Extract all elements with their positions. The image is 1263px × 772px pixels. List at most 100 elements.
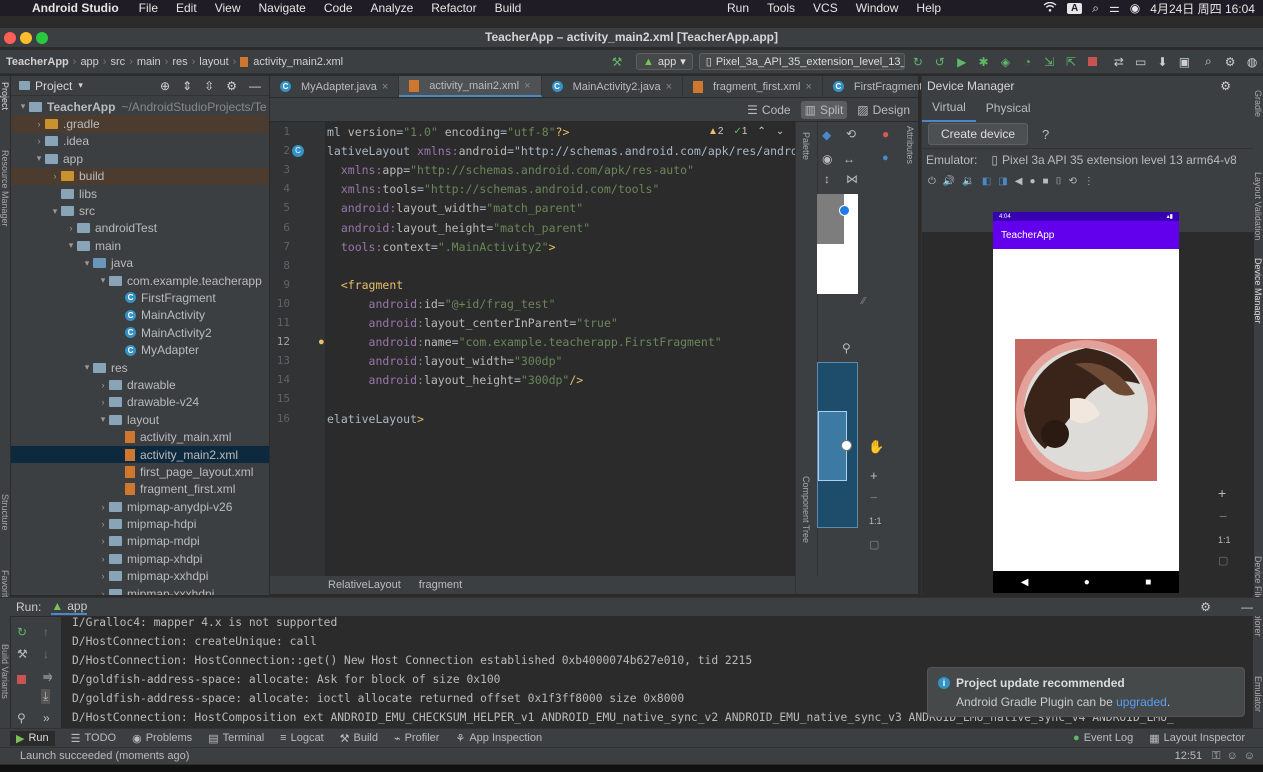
zoom-actual-size[interactable]: 1:1 xyxy=(1218,535,1231,545)
console-line[interactable]: D/goldfish-address-space: allocate: Ask … xyxy=(72,673,500,686)
more-icon[interactable]: » xyxy=(43,711,50,725)
attributes-tab[interactable]: Attributes xyxy=(905,126,915,164)
profile-icon[interactable]: ◔ xyxy=(1020,55,1034,69)
chevron-down-icon[interactable]: ▾ xyxy=(17,101,29,112)
breadcrumb-layout[interactable]: layout xyxy=(199,56,228,68)
scroll-to-end-icon[interactable]: ⤓ xyxy=(41,689,51,704)
tree-item[interactable]: ▾ src xyxy=(11,202,269,219)
menu-window[interactable]: Window xyxy=(856,1,899,15)
tree-item[interactable]: first_page_layout.xml xyxy=(11,463,269,480)
breadcrumb-file[interactable]: activity_main2.xml xyxy=(253,56,343,68)
tree-item[interactable]: C FirstFragment xyxy=(11,289,269,306)
chevron-right-icon[interactable]: › xyxy=(97,397,109,407)
chevron-down-icon[interactable]: ⌄ xyxy=(776,126,784,137)
menu-build[interactable]: Build xyxy=(495,1,522,15)
scroll-up-icon[interactable]: ↑ xyxy=(43,625,49,639)
menu-tools[interactable]: Tools xyxy=(767,1,795,15)
menu-run[interactable]: Run xyxy=(727,1,749,15)
collapse-all-icon[interactable]: ⇳ xyxy=(204,79,214,93)
design-view-button[interactable]: ▨ Design xyxy=(853,101,914,119)
gear-icon[interactable]: ⚙ xyxy=(1200,600,1211,614)
status-message[interactable]: Launch succeeded (moments ago) xyxy=(20,750,189,762)
phone-back-button[interactable]: ◀ xyxy=(1021,577,1029,588)
run-config-tab[interactable]: ▲ app xyxy=(51,599,88,615)
tree-item[interactable]: ▾ com.example.teacherapp xyxy=(11,272,269,289)
stripe-device-manager[interactable]: Device Manager xyxy=(1253,258,1263,324)
zoom-actual-size[interactable]: 1:1 xyxy=(869,516,882,526)
tree-item[interactable]: fragment_first.xml xyxy=(11,481,269,498)
chevron-right-icon[interactable]: › xyxy=(33,119,45,129)
device-select[interactable]: ▯ Pixel_3a_API_35_extension_level_13_a ▾ xyxy=(698,53,905,70)
emulator-icon[interactable]: ▣ xyxy=(1178,55,1192,69)
stripe-project[interactable]: Project xyxy=(0,82,10,110)
menu-vcs[interactable]: VCS xyxy=(813,1,838,15)
console-line[interactable]: I/Gralloc4: mapper 4.x is not supported xyxy=(72,617,337,629)
camera-icon[interactable]: ⌷ xyxy=(1056,176,1062,187)
chevron-right-icon[interactable]: › xyxy=(97,571,109,581)
stripe-emulator[interactable]: Emulator xyxy=(1253,676,1263,712)
breadcrumb-res[interactable]: res xyxy=(172,56,187,68)
soft-wrap-icon[interactable]: ⥤ xyxy=(43,669,53,684)
stripe-resource-manager[interactable]: Resource Manager xyxy=(0,150,10,227)
apply-changes-icon[interactable]: ↻ xyxy=(911,55,925,69)
scroll-down-icon[interactable]: ↓ xyxy=(43,647,49,661)
tree-item[interactable]: › mipmap-xxxhdpi xyxy=(11,585,269,595)
run-config-select[interactable]: ▲ app ▾ xyxy=(635,53,693,70)
chevron-right-icon[interactable]: › xyxy=(97,380,109,390)
chevron-down-icon[interactable]: ▾ xyxy=(33,153,45,164)
console-line[interactable]: D/HostConnection: HostConnection::get() … xyxy=(72,654,752,667)
siri-icon[interactable]: ◉ xyxy=(1130,1,1140,15)
chevron-right-icon[interactable]: › xyxy=(33,136,45,146)
coverage-icon[interactable]: ◈ xyxy=(999,55,1013,69)
tree-item[interactable]: activity_main.xml xyxy=(11,428,269,445)
caret-position[interactable]: 12:51 xyxy=(1175,750,1203,762)
feedback-icon[interactable]: ☺ xyxy=(1244,750,1255,762)
blueprint-preview[interactable] xyxy=(817,362,858,528)
design-preview[interactable] xyxy=(817,194,858,294)
vertical-arrows-icon[interactable]: ↕ xyxy=(824,172,830,186)
console-line[interactable]: D/HostConnection: createUnique: call xyxy=(72,635,317,648)
tool-run[interactable]: ▶ Run xyxy=(10,730,55,746)
tree-item[interactable]: › .gradle xyxy=(11,115,269,133)
error-icon[interactable]: ● xyxy=(882,127,889,141)
gear-icon[interactable]: ⚙ xyxy=(1223,55,1237,69)
code-line[interactable]: elativeLayout> xyxy=(327,412,424,426)
chevron-down-icon[interactable]: ▾ xyxy=(81,362,93,373)
attach-icon[interactable]: ⇱ xyxy=(1064,55,1078,69)
breadcrumb-src[interactable]: src xyxy=(110,56,125,68)
stripe-layout-validation[interactable]: Layout Validation xyxy=(1253,172,1263,240)
search-icon[interactable]: ⌕ xyxy=(1201,54,1215,69)
wifi-icon[interactable] xyxy=(1043,1,1057,15)
pin-icon[interactable]: ⚲ xyxy=(842,341,851,355)
tool-problems[interactable]: ◉ Problems xyxy=(132,732,192,745)
tree-item[interactable]: ▾ main xyxy=(11,237,269,254)
zoom-out-icon[interactable]: − xyxy=(870,490,878,505)
zoom-in-icon[interactable]: + xyxy=(1218,485,1226,501)
fragment-preview[interactable] xyxy=(817,194,844,244)
code-line[interactable]: tools:context=".MainActivity2"> xyxy=(327,240,556,254)
close-window-button[interactable] xyxy=(4,32,16,44)
tree-item[interactable]: › mipmap-xhdpi xyxy=(11,550,269,567)
split-view-button[interactable]: ▥ Split xyxy=(800,100,848,119)
tree-item[interactable]: C MyAdapter xyxy=(11,341,269,358)
stripe-gradle[interactable]: Gradle xyxy=(1253,90,1263,117)
zoom-in-icon[interactable]: + xyxy=(870,468,878,483)
zoom-fit-icon[interactable]: ▢ xyxy=(1218,554,1228,567)
chevron-right-icon[interactable]: › xyxy=(97,554,109,564)
tool-todo[interactable]: ☰ TODO xyxy=(71,732,116,745)
zoom-out-icon[interactable]: − xyxy=(1219,508,1227,524)
code-editor[interactable]: ml version="1.0" encoding="utf-8"?> lativ… xyxy=(325,122,795,576)
chevron-right-icon[interactable]: › xyxy=(97,502,109,512)
input-source-indicator[interactable]: A xyxy=(1067,2,1083,14)
chevron-right-icon[interactable]: › xyxy=(97,519,109,529)
editor-tab[interactable]: C MyAdapter.java × xyxy=(270,76,400,97)
sdk-manager-icon[interactable]: ⬇ xyxy=(1156,55,1170,69)
tree-item[interactable]: › mipmap-hdpi xyxy=(11,515,269,532)
tree-item[interactable]: › mipmap-xxhdpi xyxy=(11,568,269,585)
volume-down-icon[interactable]: 🔉 xyxy=(962,176,974,187)
hide-icon[interactable]: — xyxy=(1241,600,1253,614)
tool-layout-inspector[interactable]: ▦ Layout Inspector xyxy=(1149,732,1245,745)
stop-icon[interactable] xyxy=(17,675,26,684)
tool-logcat[interactable]: ≡ Logcat xyxy=(280,732,323,744)
zoom-window-button[interactable] xyxy=(36,32,48,44)
